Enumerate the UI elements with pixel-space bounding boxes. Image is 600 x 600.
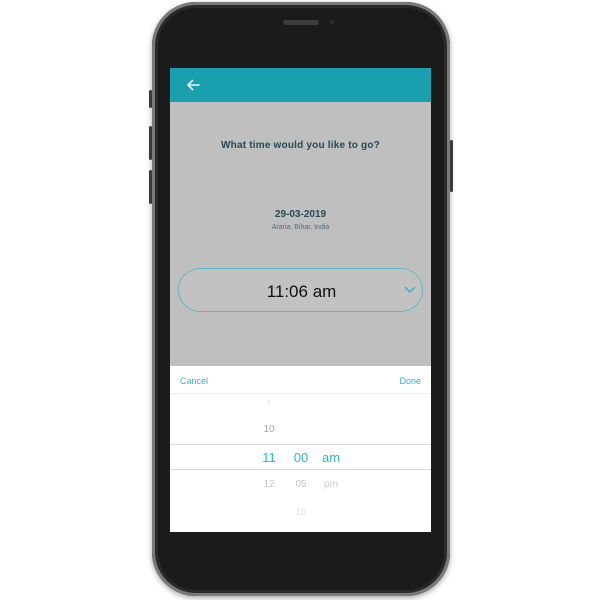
- ampm-selected[interactable]: am: [311, 450, 351, 465]
- selection-top-line: [170, 444, 431, 445]
- selected-time: 11:06 am: [266, 282, 337, 301]
- hour-option[interactable]: 9: [249, 400, 289, 407]
- earpiece-speaker: [283, 20, 319, 25]
- time-select-field[interactable]: 11:06 am: [178, 268, 423, 312]
- trip-location: Araria, Bihar, India: [271, 224, 330, 231]
- minute-option[interactable]: 10: [281, 507, 321, 517]
- app-bar: [170, 68, 431, 102]
- done-button[interactable]: Done: [399, 376, 421, 386]
- hour-option[interactable]: 10: [249, 424, 289, 435]
- trip-date: 29-03-2019: [274, 209, 327, 220]
- cancel-button[interactable]: Cancel: [180, 376, 208, 386]
- mute-switch: [149, 90, 152, 108]
- phone-screen: What time would you like to go? 29-03-20…: [170, 68, 431, 532]
- power-button: [450, 140, 453, 192]
- arrow-left-icon[interactable]: [184, 76, 202, 94]
- chevron-down-icon: [404, 286, 416, 293]
- time-picker-sheet: Cancel Done 9 10 11 12 00 05 10 am pm: [170, 366, 431, 532]
- toolbar-divider: [170, 393, 431, 394]
- ampm-option[interactable]: pm: [311, 479, 351, 490]
- selection-bottom-line: [170, 469, 431, 470]
- front-camera: [328, 18, 336, 26]
- volume-down-button: [149, 170, 152, 204]
- volume-up-button: [149, 126, 152, 160]
- question-heading: What time would you like to go?: [221, 140, 380, 151]
